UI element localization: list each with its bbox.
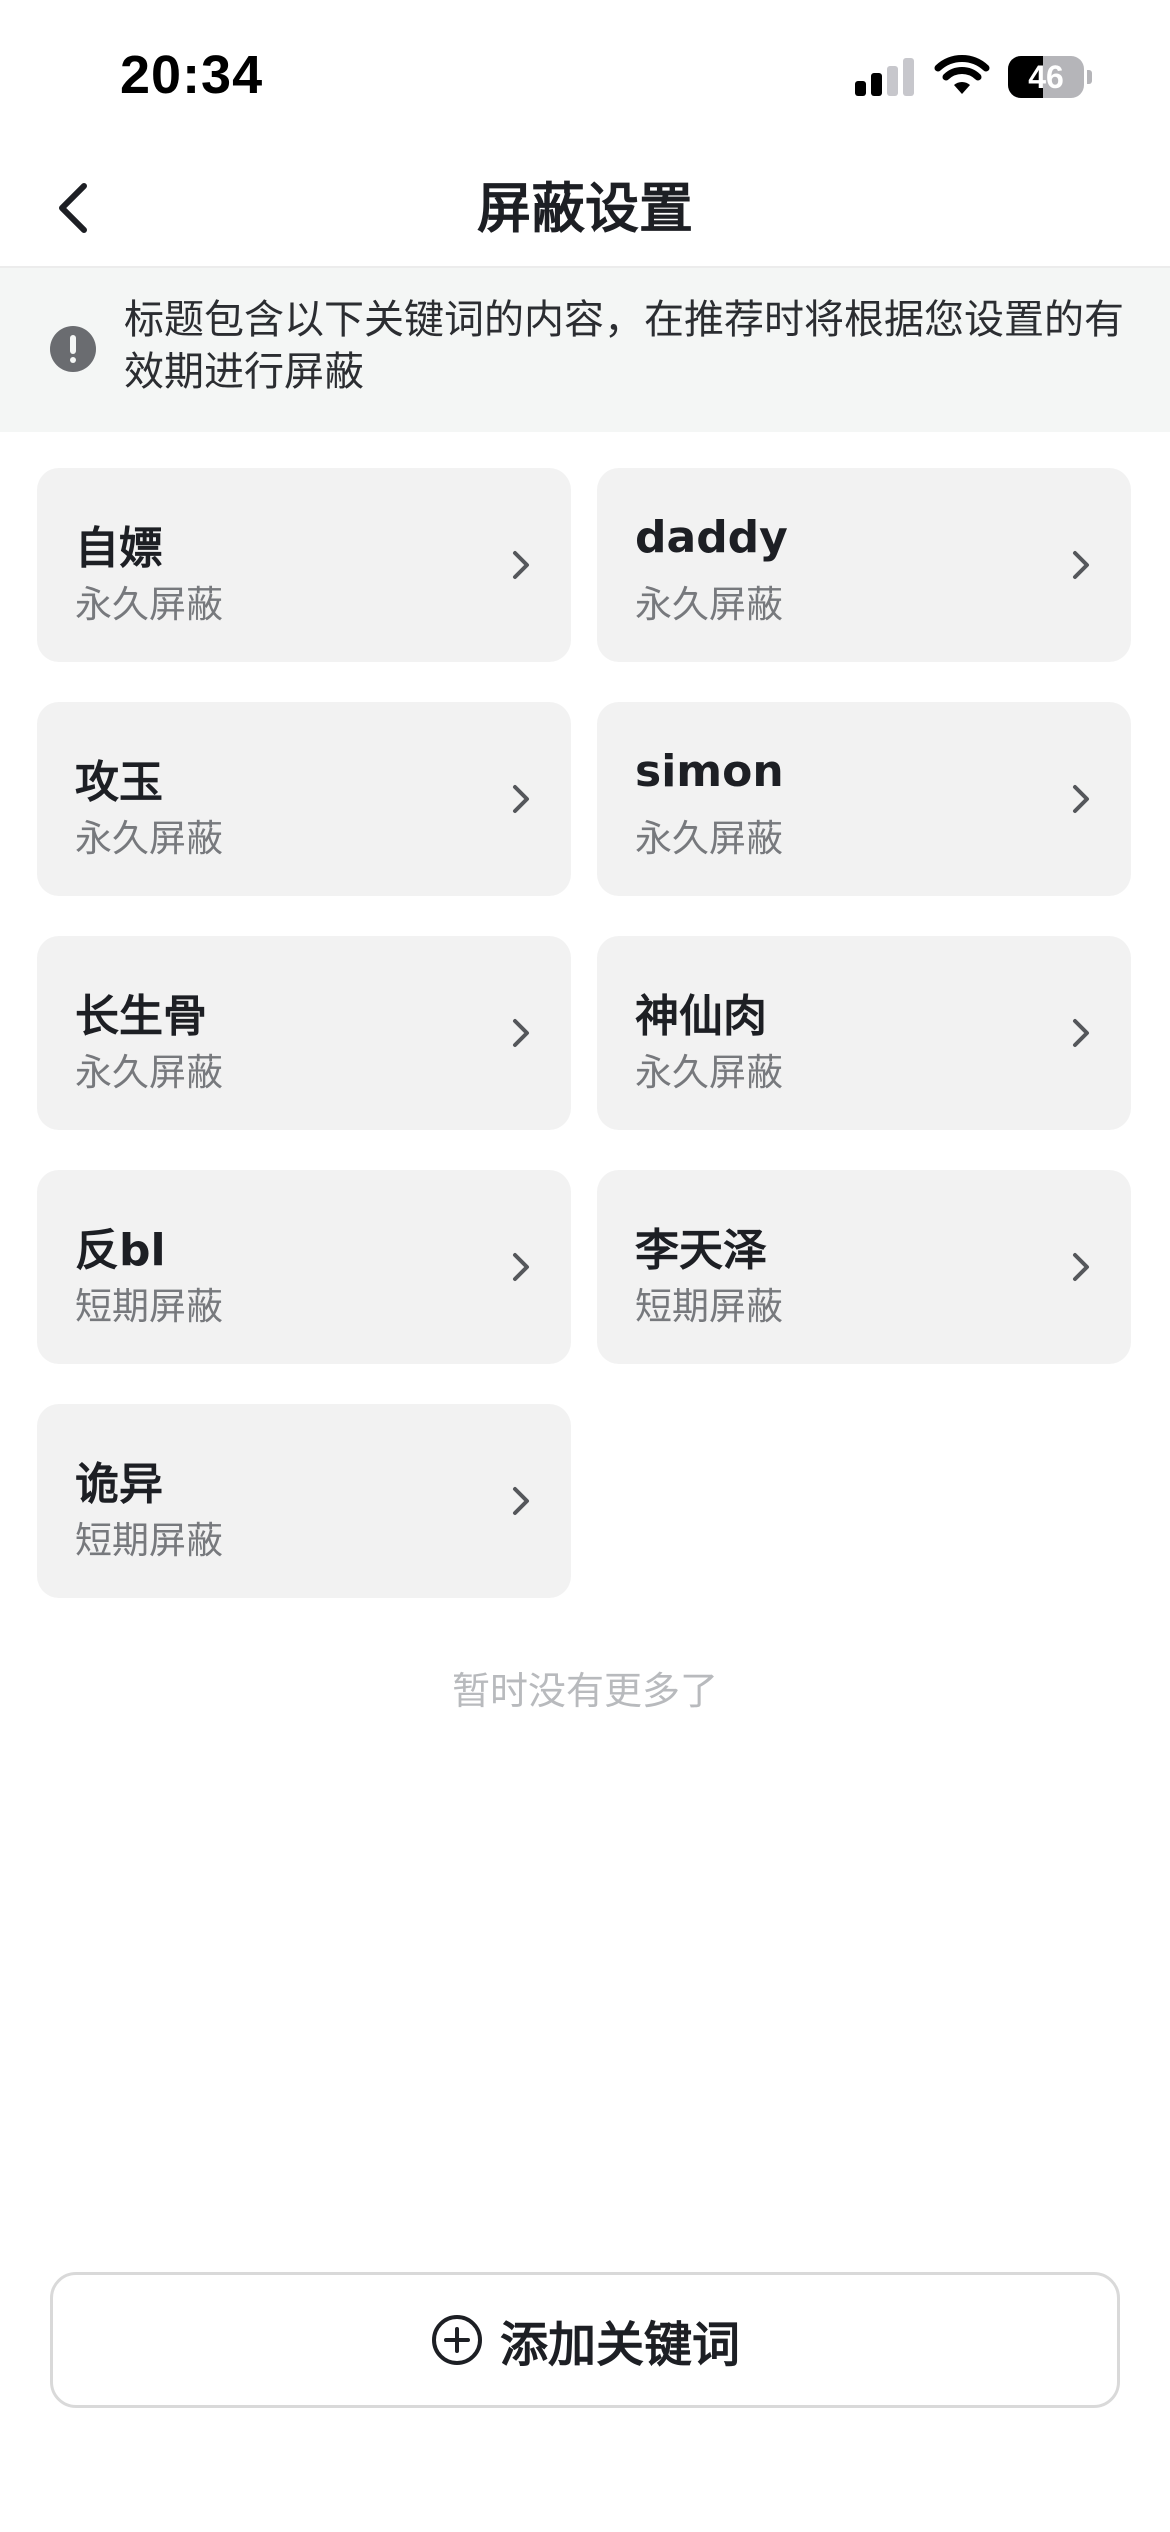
keyword-card[interactable]: 自嫖 永久屏蔽 — [37, 468, 571, 662]
keyword-name: daddy — [635, 512, 788, 563]
keyword-period: 永久屏蔽 — [75, 583, 223, 626]
keyword-name: 神仙肉 — [635, 991, 767, 1042]
keyword-period: 永久屏蔽 — [635, 817, 783, 860]
keyword-period: 短期屏蔽 — [75, 1519, 223, 1562]
battery-icon: 46 — [1008, 56, 1092, 98]
keyword-list: 自嫖 永久屏蔽 daddy 永久屏蔽 攻玉 永久屏蔽 simon 永久屏蔽 长生… — [37, 468, 1131, 1598]
keyword-name: 自嫖 — [75, 523, 163, 574]
keyword-card[interactable]: 攻玉 永久屏蔽 — [37, 702, 571, 896]
nav-bar: 屏蔽设置 — [0, 150, 1170, 268]
chevron-right-icon — [513, 1019, 529, 1047]
keyword-card[interactable]: 诡异 短期屏蔽 — [37, 1404, 571, 1598]
chevron-right-icon — [1073, 1253, 1089, 1281]
keyword-card[interactable]: daddy 永久屏蔽 — [597, 468, 1131, 662]
keyword-card[interactable]: 长生骨 永久屏蔽 — [37, 936, 571, 1130]
keyword-name: 长生骨 — [75, 991, 207, 1042]
keyword-card[interactable]: simon 永久屏蔽 — [597, 702, 1131, 896]
page-title: 屏蔽设置 — [477, 177, 693, 240]
keyword-card[interactable]: 神仙肉 永久屏蔽 — [597, 936, 1131, 1130]
chevron-right-icon — [1073, 785, 1089, 813]
notice-text: 标题包含以下关键词的内容，在推荐时将根据您设置的有效期进行屏蔽 — [124, 297, 1124, 395]
chevron-right-icon — [513, 1487, 529, 1515]
add-keyword-button[interactable]: 添加关键词 — [50, 2272, 1120, 2408]
notice-banner: 标题包含以下关键词的内容，在推荐时将根据您设置的有效期进行屏蔽 — [0, 268, 1170, 432]
keyword-period: 永久屏蔽 — [75, 1051, 223, 1094]
keyword-name: 李天泽 — [635, 1225, 767, 1276]
keyword-period: 短期屏蔽 — [75, 1285, 223, 1328]
chevron-right-icon — [1073, 1019, 1089, 1047]
keyword-period: 短期屏蔽 — [635, 1285, 783, 1328]
exclamation-icon — [50, 326, 96, 372]
keyword-period: 永久屏蔽 — [635, 1051, 783, 1094]
add-keyword-label: 添加关键词 — [499, 2317, 740, 2373]
keyword-period: 永久屏蔽 — [635, 583, 783, 626]
chevron-right-icon — [1073, 551, 1089, 579]
keyword-card[interactable]: 李天泽 短期屏蔽 — [597, 1170, 1131, 1364]
back-chevron-icon[interactable] — [40, 168, 120, 248]
chevron-right-icon — [513, 785, 529, 813]
keyword-name: 攻玉 — [75, 757, 163, 808]
status-bar: 20:34 46 — [0, 0, 1170, 150]
keyword-name: 反bl — [75, 1225, 166, 1276]
chevron-right-icon — [513, 1253, 529, 1281]
chevron-right-icon — [513, 551, 529, 579]
wifi-icon — [934, 55, 990, 94]
list-end-text: 暂时没有更多了 — [451, 1669, 718, 1713]
keyword-period: 永久屏蔽 — [75, 817, 223, 860]
keyword-card[interactable]: 反bl 短期屏蔽 — [37, 1170, 571, 1364]
status-time: 20:34 — [120, 45, 264, 105]
plus-circle-icon — [431, 2315, 482, 2365]
cellular-signal-icon — [855, 58, 915, 96]
keyword-name: 诡异 — [75, 1459, 163, 1510]
keyword-name: simon — [635, 746, 784, 797]
battery-level: 46 — [1028, 59, 1064, 95]
